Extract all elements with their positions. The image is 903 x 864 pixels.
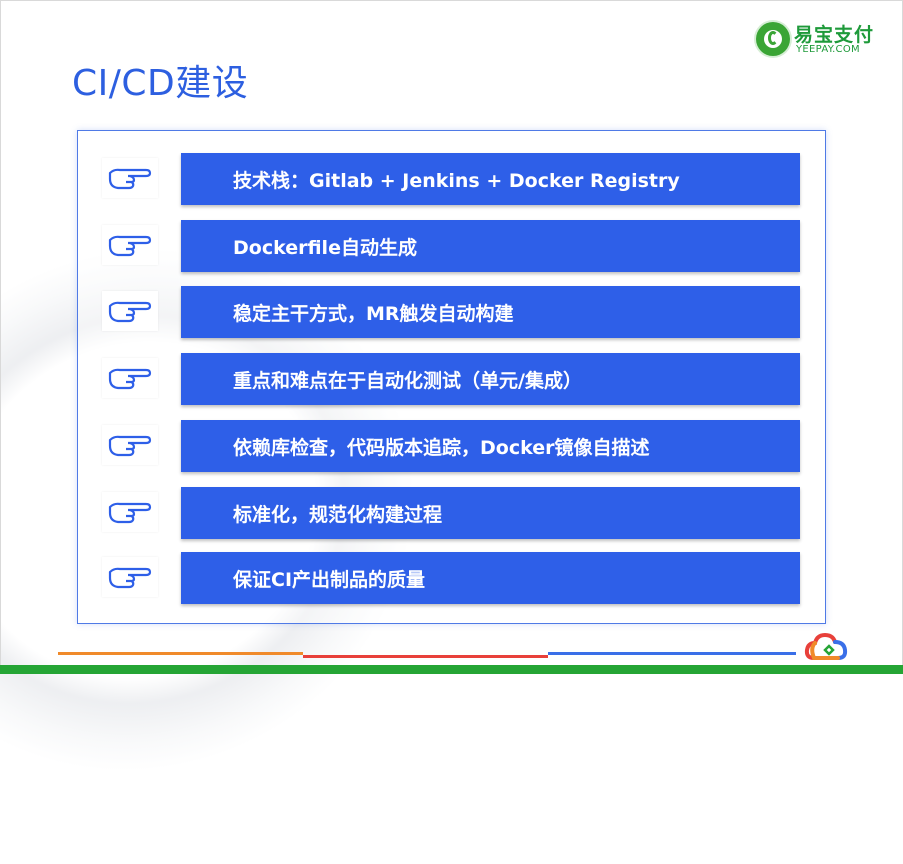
logo-name-en: YEEPAY.COM	[796, 44, 860, 55]
list-item: 稳定主干方式，MR触发自动构建	[78, 286, 825, 338]
item-label: 技术栈：Gitlab + Jenkins + Docker Registry	[233, 169, 680, 192]
item-label: 保证CI产出制品的质量	[233, 568, 426, 591]
item-label: 依赖库检查，代码版本追踪，Docker镜像自描述	[233, 436, 650, 459]
list-item: 保证CI产出制品的质量	[78, 552, 825, 604]
pointing-hand-icon	[102, 425, 158, 465]
cloud-logo-icon	[804, 630, 850, 666]
item-bar: 技术栈：Gitlab + Jenkins + Docker Registry	[181, 153, 800, 205]
item-bar: 保证CI产出制品的质量	[181, 552, 800, 604]
pointing-hand-icon	[102, 225, 158, 265]
footer-bar-green	[0, 665, 903, 674]
item-bar: Dockerfile自动生成	[181, 220, 800, 272]
logo-name-cn: 易宝支付	[794, 24, 875, 46]
footer-line-blue	[548, 652, 796, 655]
item-bar: 标准化，规范化构建过程	[181, 487, 800, 539]
item-label: 重点和难点在于自动化测试（单元/集成）	[233, 369, 582, 392]
item-label: 标准化，规范化构建过程	[233, 503, 443, 526]
yeepay-logo: 易宝支付 YEEPAY.COM	[756, 20, 886, 60]
list-item: 标准化，规范化构建过程	[78, 487, 825, 539]
item-label: Dockerfile自动生成	[233, 236, 417, 259]
footer-line-red	[303, 655, 548, 658]
list-item: Dockerfile自动生成	[78, 220, 825, 272]
item-bar: 依赖库检查，代码版本追踪，Docker镜像自描述	[181, 420, 800, 472]
footer-line-orange	[58, 652, 303, 655]
pointing-hand-icon	[102, 158, 158, 198]
pointing-hand-icon	[102, 557, 158, 597]
item-label: 稳定主干方式，MR触发自动构建	[233, 302, 514, 325]
footer-stripes	[0, 650, 903, 674]
list-item: 重点和难点在于自动化测试（单元/集成）	[78, 353, 825, 405]
content-box: 技术栈：Gitlab + Jenkins + Docker Registry D…	[77, 130, 826, 624]
pointing-hand-icon	[102, 492, 158, 532]
item-bar: 稳定主干方式，MR触发自动构建	[181, 286, 800, 338]
list-item: 技术栈：Gitlab + Jenkins + Docker Registry	[78, 153, 825, 205]
list-item: 依赖库检查，代码版本追踪，Docker镜像自描述	[78, 420, 825, 472]
pointing-hand-icon	[102, 358, 158, 398]
yeepay-e-icon	[756, 22, 790, 56]
pointing-hand-icon	[102, 291, 158, 331]
slide-title: CI/CD建设	[72, 63, 249, 104]
item-bar: 重点和难点在于自动化测试（单元/集成）	[181, 353, 800, 405]
